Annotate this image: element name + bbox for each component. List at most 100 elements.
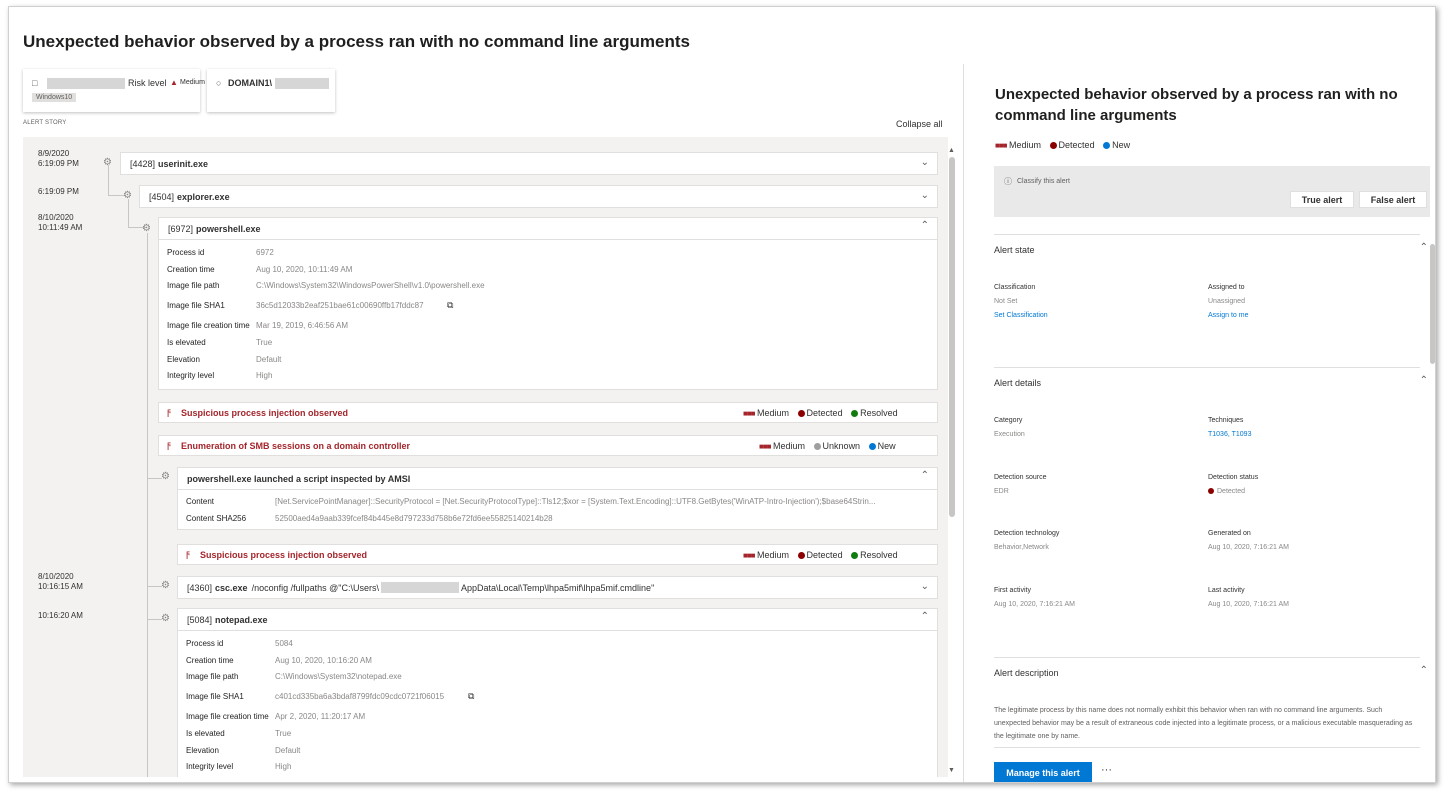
device-card[interactable]: □ Risk level ▲ Medium Windows10 <box>23 69 205 112</box>
process-name: userinit.exe <box>158 158 209 169</box>
process-args: AppData\Local\Temp\lhpa5mif\lhpa5mif.cmd… <box>460 582 655 593</box>
chevron-up-icon[interactable]: ⌃ <box>1420 375 1428 386</box>
amsi-details: Content [Net.ServicePointManager]::Securi… <box>177 490 938 530</box>
time-label: 6:19:09 PM <box>38 187 79 196</box>
chevron-up-icon[interactable]: ⌃ <box>1420 242 1428 253</box>
scroll-thumb[interactable] <box>949 157 955 517</box>
process-name: powershell.exe <box>196 223 261 234</box>
panel-scrollbar[interactable] <box>1430 240 1435 748</box>
alert-state-section: Alert state ⌃ Classification Not Set Set C… <box>994 234 1428 367</box>
last-activity-field: Last activity Aug 10, 2020, 7:16:21 AM <box>1208 587 1289 608</box>
chevron-down-icon[interactable]: ⌄ <box>921 581 929 592</box>
detail-label: Elevation <box>167 355 200 364</box>
detection-technology-field: Detection technology Behavior,Network <box>994 530 1060 551</box>
info-icon: ⓘ <box>1004 177 1012 186</box>
copy-icon[interactable]: ⧉ <box>468 691 474 702</box>
section-header[interactable]: Alert state <box>994 245 1035 255</box>
device-name-redacted <box>47 78 125 89</box>
bolt-icon: ϝ <box>186 549 191 560</box>
process-row-csc[interactable]: [4360] csc.exe /noconfig /fullpaths @"C:… <box>177 576 938 599</box>
detail-label: Process id <box>186 639 224 648</box>
new-dot-icon <box>1103 142 1111 150</box>
alert-row-process-injection[interactable]: ϝ Suspicious process injection observed … <box>158 402 938 423</box>
user-card[interactable]: ○ DOMAIN1\ <box>207 69 335 112</box>
process-row-explorer[interactable]: [4504] explorer.exe ⌄ <box>139 185 938 208</box>
process-gear-icon: ⚙ <box>103 157 112 168</box>
alert-description-text: The legitimate process by this name does… <box>994 707 1413 740</box>
set-classification-link[interactable]: Set Classification <box>994 309 1048 323</box>
manage-alert-button[interactable]: Manage this alert <box>994 762 1092 782</box>
collapse-all-link[interactable]: Collapse all <box>896 119 943 129</box>
chevron-up-icon[interactable]: ⌃ <box>1420 665 1428 676</box>
unknown-dot-icon <box>813 443 821 451</box>
detail-label: Image file creation time <box>186 712 269 721</box>
page-title: Unexpected behavior observed by a proces… <box>23 32 690 51</box>
detail-value: C:\Windows\System32\WindowsPowerShell\v1… <box>256 281 485 290</box>
assigned-field: Assigned to Unassigned Assign to me <box>1208 281 1248 323</box>
false-alert-button[interactable]: False alert <box>1359 191 1427 208</box>
detail-label: Elevation <box>186 746 219 755</box>
detail-label: Creation time <box>167 265 215 274</box>
detail-label: Image file SHA1 <box>167 301 225 310</box>
chevron-up-icon[interactable]: ⌃ <box>921 611 929 622</box>
process-name: csc.exe <box>215 582 248 593</box>
more-options-icon[interactable]: ··· <box>1101 764 1112 776</box>
state-text: New <box>877 441 896 451</box>
severity-text: Medium <box>757 550 790 560</box>
device-icon: □ <box>32 78 38 88</box>
chevron-up-icon[interactable]: ⌃ <box>921 470 929 481</box>
status-text: Detected <box>806 550 843 560</box>
detail-label: Image file SHA1 <box>186 692 244 701</box>
username-redacted <box>380 582 459 593</box>
section-header[interactable]: Alert details <box>994 378 1041 388</box>
detail-value: True <box>256 338 273 347</box>
process-gear-icon: ⚙ <box>142 223 151 234</box>
severity-icon: ■■■ <box>743 409 755 418</box>
story-scrollbar[interactable]: ▲ ▼ <box>947 147 959 777</box>
true-alert-button[interactable]: True alert <box>1290 191 1354 208</box>
tree-line <box>147 478 162 479</box>
detail-label: Is elevated <box>186 729 225 738</box>
copy-icon[interactable]: ⧉ <box>447 300 453 311</box>
panel-scroll-thumb[interactable] <box>1430 244 1435 364</box>
assign-to-me-link[interactable]: Assign to me <box>1208 309 1248 323</box>
process-row-notepad[interactable]: [5084] notepad.exe ⌃ <box>177 608 938 631</box>
amsi-event-row[interactable]: powershell.exe launched a script inspect… <box>177 467 938 490</box>
section-header[interactable]: Alert description <box>994 668 1059 678</box>
detail-value: Apr 2, 2020, 11:20:17 AM <box>275 712 366 721</box>
event-title: powershell.exe launched a script inspect… <box>187 473 411 484</box>
alert-row-process-injection-2[interactable]: ϝ Suspicious process injection observed … <box>177 544 938 565</box>
scroll-down-icon[interactable]: ▼ <box>948 767 955 774</box>
detail-value: 36c5d12033b2eaf251bae61c00690ffb17fddc87 <box>256 301 424 310</box>
risk-label: Risk level <box>128 78 167 88</box>
detail-value: C:\Windows\System32\notepad.exe <box>275 672 402 681</box>
detail-label: Integrity level <box>186 762 234 771</box>
classification-field: Classification Not Set Set Classification <box>994 281 1048 323</box>
state-text: New <box>1112 140 1131 150</box>
chevron-down-icon[interactable]: ⌄ <box>921 157 929 168</box>
detail-label: Image file path <box>186 672 239 681</box>
severity-text: Medium <box>773 441 806 451</box>
time-label: 8/9/2020 6:19:09 PM <box>38 149 79 168</box>
powershell-details: Process id 6972 Creation time Aug 10, 2020… <box>158 240 938 390</box>
severity-text: Medium <box>757 408 790 418</box>
detail-value: 6972 <box>256 248 274 257</box>
first-activity-field: First activity Aug 10, 2020, 7:16:21 AM <box>994 587 1075 608</box>
bolt-icon: ϝ <box>167 440 172 451</box>
status-text: Detected <box>806 408 843 418</box>
detail-value: High <box>256 371 273 380</box>
chevron-down-icon[interactable]: ⌄ <box>921 190 929 201</box>
detail-label: Content <box>186 497 215 506</box>
chevron-up-icon[interactable]: ⌃ <box>921 220 929 231</box>
scroll-up-icon[interactable]: ▲ <box>948 147 955 154</box>
techniques-link[interactable]: T1036, T1093 <box>1208 428 1251 442</box>
detail-label: Is elevated <box>167 338 206 347</box>
severity-text: Medium <box>1009 140 1042 150</box>
tree-line <box>128 199 129 227</box>
process-row-powershell[interactable]: [6972] powershell.exe ⌃ <box>158 217 938 240</box>
alert-row-smb-enumeration[interactable]: ϝ Enumeration of SMB sessions on a domai… <box>158 435 938 456</box>
process-row-userinit[interactable]: [4428] userinit.exe ⌄ <box>120 152 938 175</box>
process-id: [4360] <box>187 582 213 593</box>
detail-label: Image file path <box>167 281 220 290</box>
user-name-redacted <box>275 78 329 89</box>
